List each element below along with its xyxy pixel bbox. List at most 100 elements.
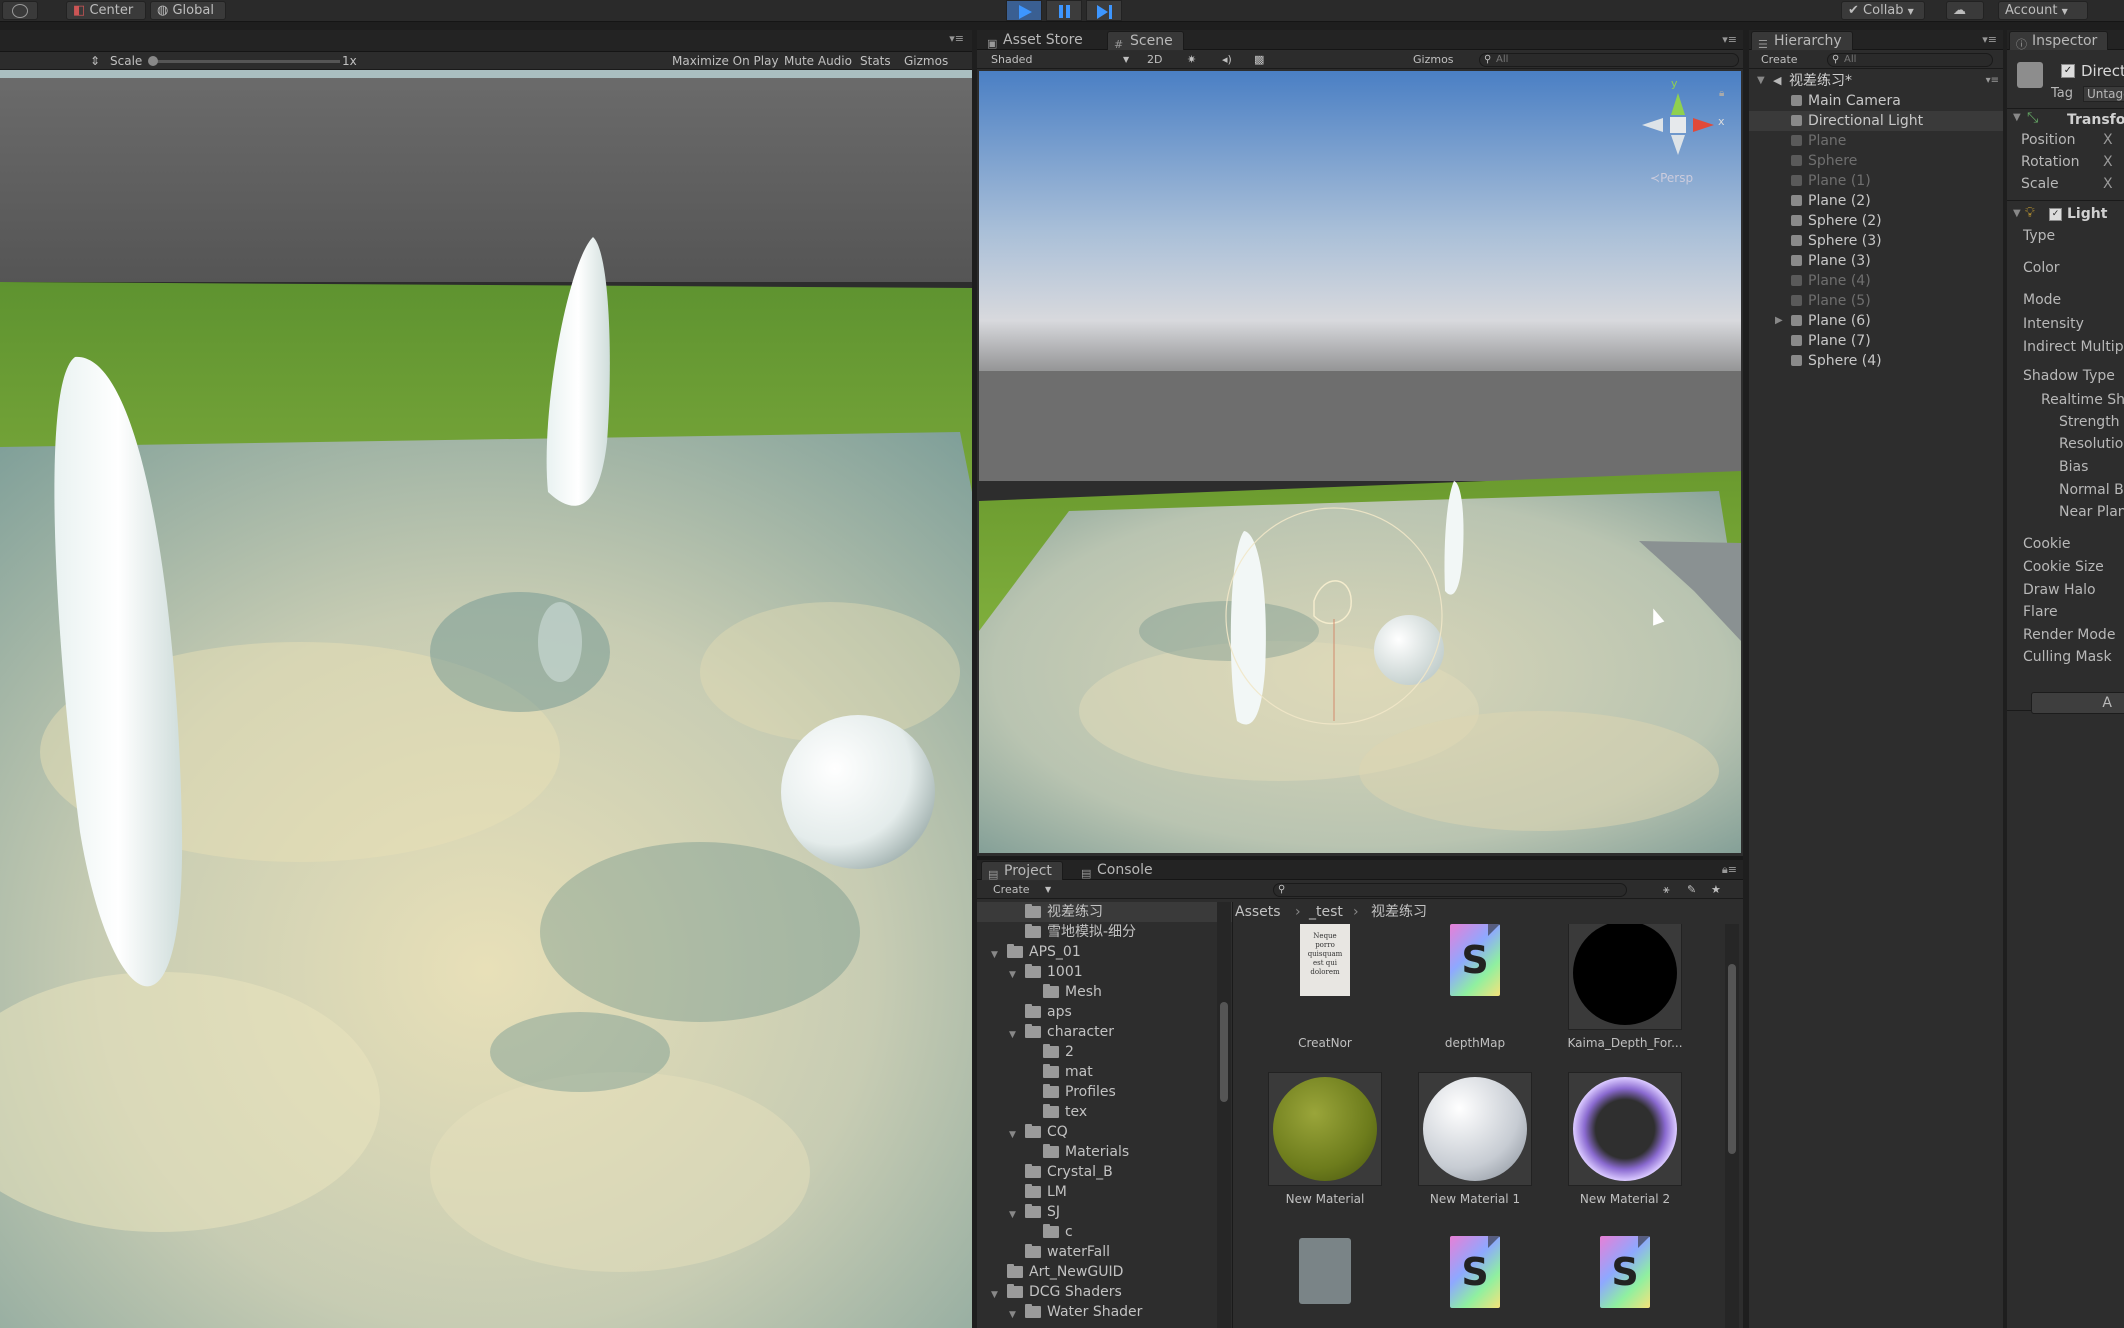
tab-hierarchy[interactable]: ☰ Hierarchy xyxy=(1751,31,1853,51)
light-field-label[interactable]: Realtime Sh xyxy=(2041,392,2124,408)
panel-splitter[interactable] xyxy=(977,856,1743,860)
game-gizmos-button[interactable]: Gizmos xyxy=(904,52,948,70)
add-component-button[interactable]: A xyxy=(2031,692,2124,714)
folder-tree-item[interactable]: ▼ APS_01 xyxy=(977,942,1232,962)
game-view[interactable]: ⇕ Scale 1x Maximize On Play Mute Audio S… xyxy=(0,52,972,1328)
active-checkbox[interactable]: ✓ xyxy=(2061,64,2075,78)
maximize-on-play-toggle[interactable]: Maximize On Play xyxy=(672,52,779,70)
light-field-label[interactable]: Strength xyxy=(2059,414,2120,430)
scene-search-input[interactable]: ⚲ All xyxy=(1479,53,1739,67)
asset-item[interactable]: New Material 2 xyxy=(1555,1072,1695,1212)
pause-button[interactable] xyxy=(1046,0,1082,21)
persp-label[interactable]: ≺Persp xyxy=(1650,171,1693,185)
hierarchy-search-input[interactable]: ⚲ All xyxy=(1827,53,1993,67)
pivot-center-button[interactable]: ◧ Center xyxy=(66,1,146,20)
light-header[interactable]: Light xyxy=(2067,206,2107,222)
toggle-2d-button[interactable]: 2D xyxy=(1147,51,1162,69)
folder-tree-item[interactable]: Mesh xyxy=(977,982,1232,1002)
asset-item[interactable]: New Material 1 xyxy=(1405,1072,1545,1212)
tree-scrollbar-thumb[interactable] xyxy=(1220,1002,1228,1102)
asset-item[interactable]: Kaima_Depth_For... xyxy=(1555,924,1695,1056)
light-field-label[interactable]: Mode xyxy=(2023,292,2061,308)
light-field-label[interactable]: Near Plan xyxy=(2059,504,2124,520)
panel-menu-icon[interactable]: 🔒︎≡ xyxy=(1722,863,1737,877)
folder-tree-item[interactable]: ▼ Water Shader xyxy=(977,1302,1232,1322)
asset-item[interactable]: New Material xyxy=(1255,1072,1395,1212)
filter-label-icon[interactable]: ✎ xyxy=(1687,881,1696,899)
folder-tree-item[interactable]: waterFall xyxy=(977,1242,1232,1262)
folder-tree-item[interactable]: Materials xyxy=(977,1142,1232,1162)
light-field-label[interactable]: Shadow Type xyxy=(2023,368,2115,384)
expand-arrow-icon[interactable]: ▶ xyxy=(1775,311,1783,331)
filter-type-icon[interactable]: ⚹ xyxy=(1663,881,1670,899)
folder-tree-item[interactable]: ▼ 1001 xyxy=(977,962,1232,982)
hierarchy-item[interactable]: Plane (5) xyxy=(1749,291,2003,311)
light-field-label[interactable]: Intensity xyxy=(2023,316,2084,332)
light-field-label[interactable]: Draw Halo xyxy=(2023,582,2096,598)
asset-scrollbar-thumb[interactable] xyxy=(1728,964,1736,1154)
light-field-label[interactable]: Indirect Multipli xyxy=(2023,339,2124,355)
tab-project[interactable]: ▤ Project xyxy=(981,861,1063,881)
tab-console[interactable]: ▤ Console xyxy=(1075,861,1163,880)
folder-tree-item[interactable]: 视差练习 xyxy=(977,902,1232,922)
folder-tree-item[interactable]: Art_NewGUID xyxy=(977,1262,1232,1282)
hierarchy-item[interactable]: Sphere (2) xyxy=(1749,211,2003,231)
light-field-label[interactable]: Color xyxy=(2023,260,2060,276)
folder-tree-item[interactable]: ▼ DCG Shaders xyxy=(977,1282,1232,1302)
asset-item[interactable]: Neque porro quisquam est qui dolorem Crea… xyxy=(1255,924,1395,1056)
hierarchy-item[interactable]: Directional Light xyxy=(1749,111,2003,131)
tab-asset-store[interactable]: ▣ Asset Store xyxy=(981,31,1093,50)
light-field-label[interactable]: Resolutio xyxy=(2059,436,2123,452)
scene-render[interactable] xyxy=(979,71,1741,853)
breadcrumb-assets[interactable]: Assets xyxy=(1235,902,1281,922)
tag-dropdown[interactable]: Untagg xyxy=(2083,86,2124,102)
folder-tree-item[interactable]: Crystal_B xyxy=(977,1162,1232,1182)
panel-menu-icon[interactable]: ▾≡ xyxy=(949,32,964,45)
hierarchy-item[interactable]: Plane (7) xyxy=(1749,331,2003,351)
light-field-label[interactable]: Normal B xyxy=(2059,482,2124,498)
panel-menu-icon[interactable]: ▾≡ xyxy=(1722,33,1737,46)
folder-tree-item[interactable]: LM xyxy=(977,1182,1232,1202)
asset-item[interactable]: S xyxy=(1405,1228,1545,1328)
stats-toggle[interactable]: Stats xyxy=(860,52,891,70)
hierarchy-item[interactable]: ▶ Plane (6) xyxy=(1749,311,2003,331)
account-button[interactable]: Account ▼ xyxy=(1998,1,2088,20)
light-enabled-checkbox[interactable]: ✓ xyxy=(2049,208,2062,221)
transform-x-field[interactable]: X xyxy=(2103,154,2113,170)
project-search-input[interactable]: ⚲ xyxy=(1273,883,1627,897)
collab-button[interactable]: ✔ Collab ▼ xyxy=(1841,1,1925,20)
effects-toggle-icon[interactable]: ▩ xyxy=(1254,51,1264,69)
light-field-label[interactable]: Bias xyxy=(2059,459,2088,475)
scale-slider-handle[interactable] xyxy=(148,56,158,66)
hierarchy-item[interactable]: Main Camera xyxy=(1749,91,2003,111)
light-field-label[interactable]: Flare xyxy=(2023,604,2058,620)
scene-gizmos-button[interactable]: Gizmos xyxy=(1413,51,1454,69)
project-create-button[interactable]: Create xyxy=(993,881,1030,899)
folder-tree-item[interactable]: ▼ CQ xyxy=(977,1122,1232,1142)
asset-scrollbar[interactable] xyxy=(1725,924,1739,1328)
folder-tree-item[interactable]: ▼ SJ xyxy=(977,1202,1232,1222)
folder-tree-item[interactable]: mat xyxy=(977,1062,1232,1082)
folder-tree-item[interactable]: 雪地模拟-细分 xyxy=(977,922,1232,942)
folder-tree-item[interactable]: 2 xyxy=(977,1042,1232,1062)
light-field-label[interactable]: Type xyxy=(2023,228,2055,244)
lighting-toggle-icon[interactable]: ✷ xyxy=(1187,51,1196,69)
folder-tree-item[interactable]: ▼ character xyxy=(977,1022,1232,1042)
hierarchy-item[interactable]: Plane xyxy=(1749,131,2003,151)
hierarchy-item[interactable]: Plane (2) xyxy=(1749,191,2003,211)
chevron-down-icon[interactable]: ▼ xyxy=(1009,1305,1016,1325)
lock-icon[interactable]: 🔒︎ xyxy=(1719,88,1724,99)
light-field-label[interactable]: Render Mode xyxy=(2023,627,2115,643)
light-field-label[interactable]: Culling Mask xyxy=(2023,649,2112,665)
scale-slider[interactable] xyxy=(150,60,340,63)
panel-menu-icon[interactable]: ▾≡ xyxy=(1982,33,1997,46)
folder-tree-item[interactable]: Profiles xyxy=(977,1082,1232,1102)
tree-scrollbar[interactable] xyxy=(1217,902,1231,1328)
scene-menu-icon[interactable]: ▾≡ xyxy=(1986,71,1999,91)
object-name-field[interactable]: Direct xyxy=(2081,62,2124,80)
folder-tree-item[interactable]: aps xyxy=(977,1002,1232,1022)
hierarchy-item[interactable]: Plane (3) xyxy=(1749,251,2003,271)
light-field-label[interactable]: Cookie xyxy=(2023,536,2071,552)
light-field-label[interactable]: Cookie Size xyxy=(2023,559,2104,575)
folder-tree-item[interactable]: tex xyxy=(977,1102,1232,1122)
